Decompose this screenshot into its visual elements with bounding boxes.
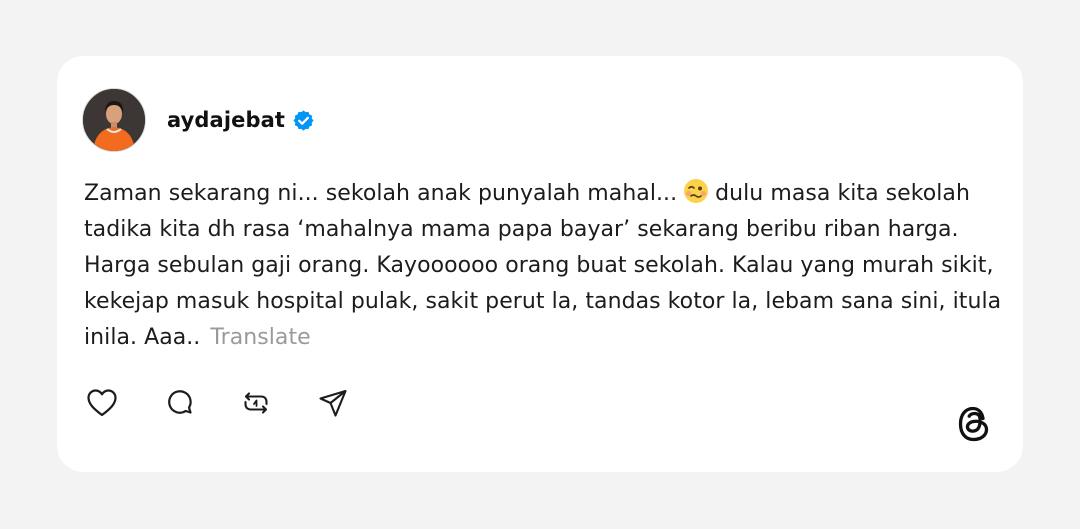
username[interactable]: aydajebat — [167, 108, 285, 132]
post-text-part1: Zaman sekarang ni... sekolah anak punyal… — [84, 181, 678, 206]
translate-link[interactable]: Translate — [210, 325, 310, 350]
post-header: aydajebat — [82, 88, 315, 152]
comment-button[interactable] — [162, 386, 196, 420]
action-bar — [85, 386, 393, 420]
like-button[interactable] — [85, 386, 119, 420]
woozy-face-emoji-icon — [683, 178, 709, 204]
share-button[interactable] — [316, 386, 350, 420]
heart-icon — [87, 389, 117, 417]
comment-icon — [168, 390, 192, 414]
repost-icon — [244, 392, 268, 414]
verified-badge-icon — [292, 109, 315, 132]
share-icon — [319, 389, 347, 417]
avatar[interactable] — [82, 88, 146, 152]
threads-logo-icon — [954, 402, 994, 446]
repost-button[interactable] — [239, 386, 273, 420]
post-body: Zaman sekarang ni... sekolah anak punyal… — [84, 176, 1004, 356]
post-card: aydajebat Zaman sekarang ni... sekolah a… — [57, 56, 1023, 472]
